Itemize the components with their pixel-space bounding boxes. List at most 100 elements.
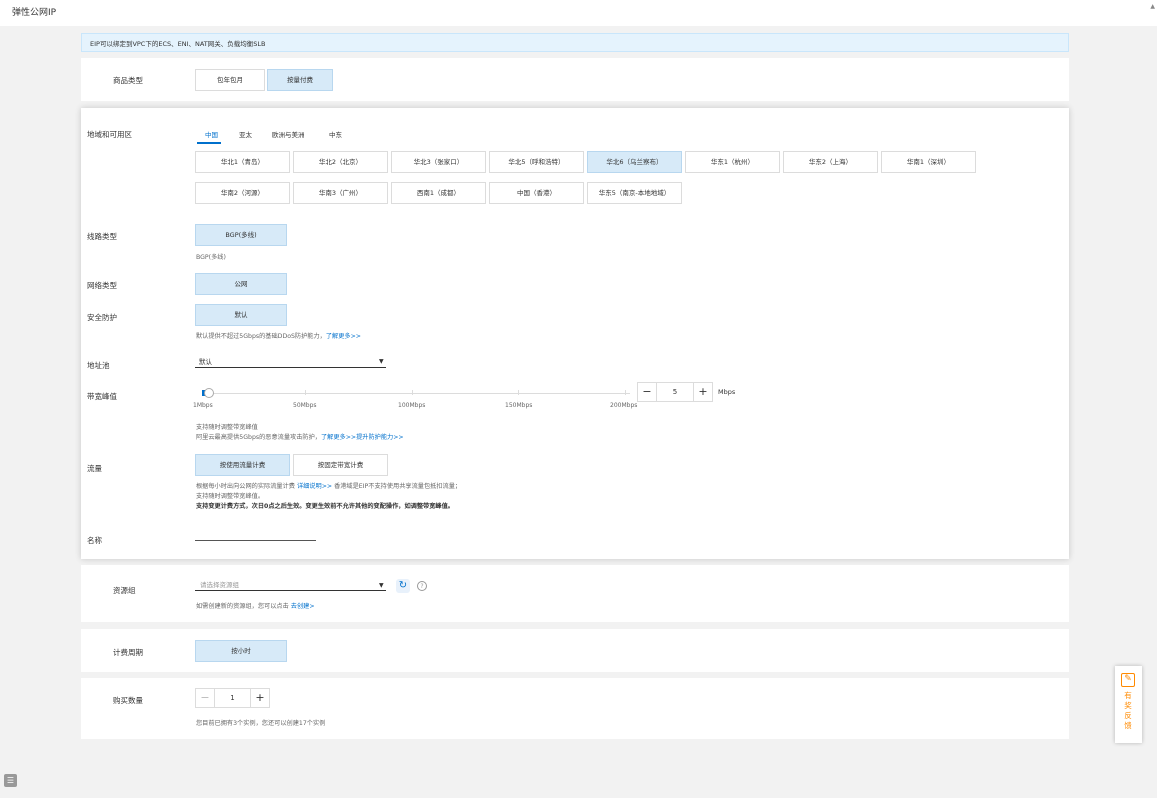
collapse-caret-icon[interactable]: ▲	[1150, 3, 1155, 10]
page-title: 弹性公网IP	[12, 8, 57, 18]
plus-icon[interactable]: +	[251, 689, 269, 707]
line-type-label: 线路类型	[87, 232, 117, 241]
network-type-label: 网络类型	[87, 281, 117, 290]
tick-label: 100Mbps	[398, 402, 426, 409]
notice-text: EIP可以绑定到VPC下的ECS、ENI、NAT网关、负载均衡SLB	[90, 40, 266, 48]
tab-europe-americas[interactable]: 欧洲与美洲	[272, 129, 305, 139]
traffic-hint-text: 根据每小时出向公网的实际流量计费	[196, 483, 295, 490]
minus-icon[interactable]: −	[196, 689, 214, 707]
option-pay-by-bandwidth[interactable]: 按固定带宽计费	[293, 454, 388, 476]
security-learn-more-link[interactable]: 了解更多>>	[326, 333, 361, 340]
region-nanjing[interactable]: 华东5（南京-本地地域）	[587, 182, 682, 204]
region-heyuan[interactable]: 华南2（河源）	[195, 182, 290, 204]
tick-label: 200Mbps	[610, 402, 638, 409]
region-huhehaote[interactable]: 华北5（呼和浩特）	[489, 151, 584, 173]
bandwidth-hint: 支持随时调整带宽峰值	[196, 424, 258, 431]
traffic-hint-2: 支持随时调整带宽峰值。	[196, 493, 265, 500]
notice-banner: EIP可以绑定到VPC下的ECS、ENI、NAT网关、负载均衡SLB	[81, 33, 1069, 52]
tick-label: 50Mbps	[293, 402, 317, 409]
name-label: 名称	[87, 536, 102, 545]
region-shenzhen[interactable]: 华南1（深圳）	[881, 151, 976, 173]
chevron-down-icon[interactable]: ▼	[379, 358, 384, 365]
product-type-panel: 商品类型 包年包月 按量付费	[81, 58, 1069, 101]
menu-icon[interactable]: ☰	[4, 774, 17, 787]
region-qingdao[interactable]: 华北1（青岛）	[195, 151, 290, 173]
region-beijing[interactable]: 华北2（北京）	[293, 151, 388, 173]
address-pool-select[interactable]	[195, 367, 386, 368]
security-label: 安全防护	[87, 313, 117, 322]
chevron-down-icon[interactable]: ▼	[379, 582, 384, 589]
security-desc: 默认提供不超过5Gbps的基础DDoS防护能力，了解更多>>	[196, 331, 361, 340]
bandwidth-label: 带宽峰值	[87, 392, 117, 401]
refresh-icon[interactable]: ↻	[396, 579, 410, 593]
feedback-button[interactable]: ✎ 有奖反馈	[1115, 666, 1142, 743]
tick-label: 1Mbps	[193, 402, 213, 409]
tab-china[interactable]: 中国	[205, 129, 218, 139]
region-label: 地域和可用区	[87, 130, 132, 139]
option-pay-as-you-go[interactable]: 按量付费	[267, 69, 333, 91]
page-header: 弹性公网IP ▲	[0, 0, 1157, 26]
page: 弹性公网IP ▲ EIP可以绑定到VPC下的ECS、ENI、NAT网关、负载均衡…	[0, 0, 1157, 798]
feedback-label: 有奖反馈	[1124, 691, 1132, 730]
address-pool-label: 地址池	[87, 361, 110, 370]
region-guangzhou[interactable]: 华南3（广州）	[293, 182, 388, 204]
minus-icon[interactable]: −	[638, 383, 656, 401]
option-subscription[interactable]: 包年包月	[195, 69, 265, 91]
billing-cycle-panel: 计费周期 按小时	[81, 629, 1069, 672]
security-desc-text: 默认提供不超过5Gbps的基础DDoS防护能力，	[196, 333, 326, 340]
slider-tick	[625, 390, 626, 395]
protection-learn-more-link[interactable]: 了解更多>>提升防护能力>>	[321, 434, 404, 441]
quantity-value[interactable]: 1	[214, 689, 251, 707]
bandwidth-stepper: − 5 +	[637, 382, 713, 402]
quantity-label: 购买数量	[113, 696, 143, 705]
address-pool-value[interactable]: 默认	[199, 356, 212, 366]
bandwidth-protection-hint: 阿里云最高提供5Gbps的恶意流量攻击防护，了解更多>>提升防护能力>>	[196, 432, 404, 441]
protection-hint-text: 阿里云最高提供5Gbps的恶意流量攻击防护，	[196, 434, 321, 441]
product-type-label: 商品类型	[113, 76, 143, 85]
bandwidth-slider-handle[interactable]	[204, 388, 214, 398]
tab-asia-pacific[interactable]: 亚太	[239, 129, 252, 139]
active-tab-indicator	[197, 142, 221, 144]
name-input[interactable]	[195, 540, 316, 541]
quantity-hint: 您目前已拥有3个实例，您还可以创建17个实例	[196, 720, 326, 727]
option-pay-by-traffic[interactable]: 按使用流量计费	[195, 454, 290, 476]
create-resource-group-link[interactable]: 去创建>	[291, 603, 315, 610]
quantity-panel: 购买数量 − 1 + 您目前已拥有3个实例，您还可以创建17个实例	[81, 678, 1069, 739]
resource-group-hint: 如需创建新的资源组，您可以点击 去创建>	[196, 601, 315, 610]
option-bgp[interactable]: BGP(多线)	[195, 224, 287, 246]
resource-group-placeholder[interactable]: 请选择资源组	[200, 579, 239, 589]
traffic-detail-link[interactable]: 详细说明>>	[297, 483, 332, 490]
resource-group-panel: 资源组 请选择资源组 ▼ ↻ ? 如需创建新的资源组，您可以点击 去创建>	[81, 565, 1069, 622]
region-shanghai[interactable]: 华东2（上海）	[783, 151, 878, 173]
slider-tick	[305, 390, 306, 395]
line-type-desc: BGP(多线)	[196, 254, 226, 261]
traffic-hint-3: 支持变更计费方式，次日0点之后生效。变更生效前不允许其他的变配操作，如调整带宽峰…	[196, 501, 454, 510]
plus-icon[interactable]: +	[694, 383, 712, 401]
resource-group-hint-text: 如需创建新的资源组，您可以点击	[196, 603, 289, 610]
config-panel: 地域和可用区 中国 亚太 欧洲与美洲 中东 华北1（青岛） 华北2（北京） 华北…	[81, 108, 1069, 559]
traffic-hint-1: 根据每小时出向公网的实际流量计费 详细说明>> 香港域是EIP不支持使用共享流量…	[196, 481, 461, 490]
traffic-label: 流量	[87, 464, 102, 473]
edit-icon: ✎	[1121, 673, 1135, 687]
region-chengdu[interactable]: 西南1（成都）	[391, 182, 486, 204]
region-wulanchabu[interactable]: 华北6（乌兰察布）	[587, 151, 682, 173]
region-zhangjiakou[interactable]: 华北3（张家口）	[391, 151, 486, 173]
slider-tick	[412, 390, 413, 395]
resource-group-select[interactable]	[195, 590, 386, 591]
option-default-protection[interactable]: 默认	[195, 304, 287, 326]
resource-group-label: 资源组	[113, 586, 136, 595]
region-hongkong[interactable]: 中国（香港）	[489, 182, 584, 204]
quantity-stepper: − 1 +	[195, 688, 270, 708]
traffic-hint-hk: 香港域是EIP不支持使用共享流量包抵扣流量；	[334, 483, 462, 490]
bandwidth-unit: Mbps	[718, 388, 736, 396]
bandwidth-value[interactable]: 5	[656, 383, 694, 401]
region-hangzhou[interactable]: 华东1（杭州）	[685, 151, 780, 173]
help-icon[interactable]: ?	[417, 581, 427, 591]
option-hourly[interactable]: 按小时	[195, 640, 287, 662]
bandwidth-slider-track[interactable]	[205, 393, 630, 394]
traffic-hint-3-text: 支持变更计费方式，次日0点之后生效。变更生效前不允许其他的变配操作，如调整带宽峰…	[196, 503, 454, 510]
tick-label: 150Mbps	[505, 402, 533, 409]
tab-middle-east[interactable]: 中东	[329, 129, 342, 139]
slider-tick	[518, 390, 519, 395]
option-public-network[interactable]: 公网	[195, 273, 287, 295]
